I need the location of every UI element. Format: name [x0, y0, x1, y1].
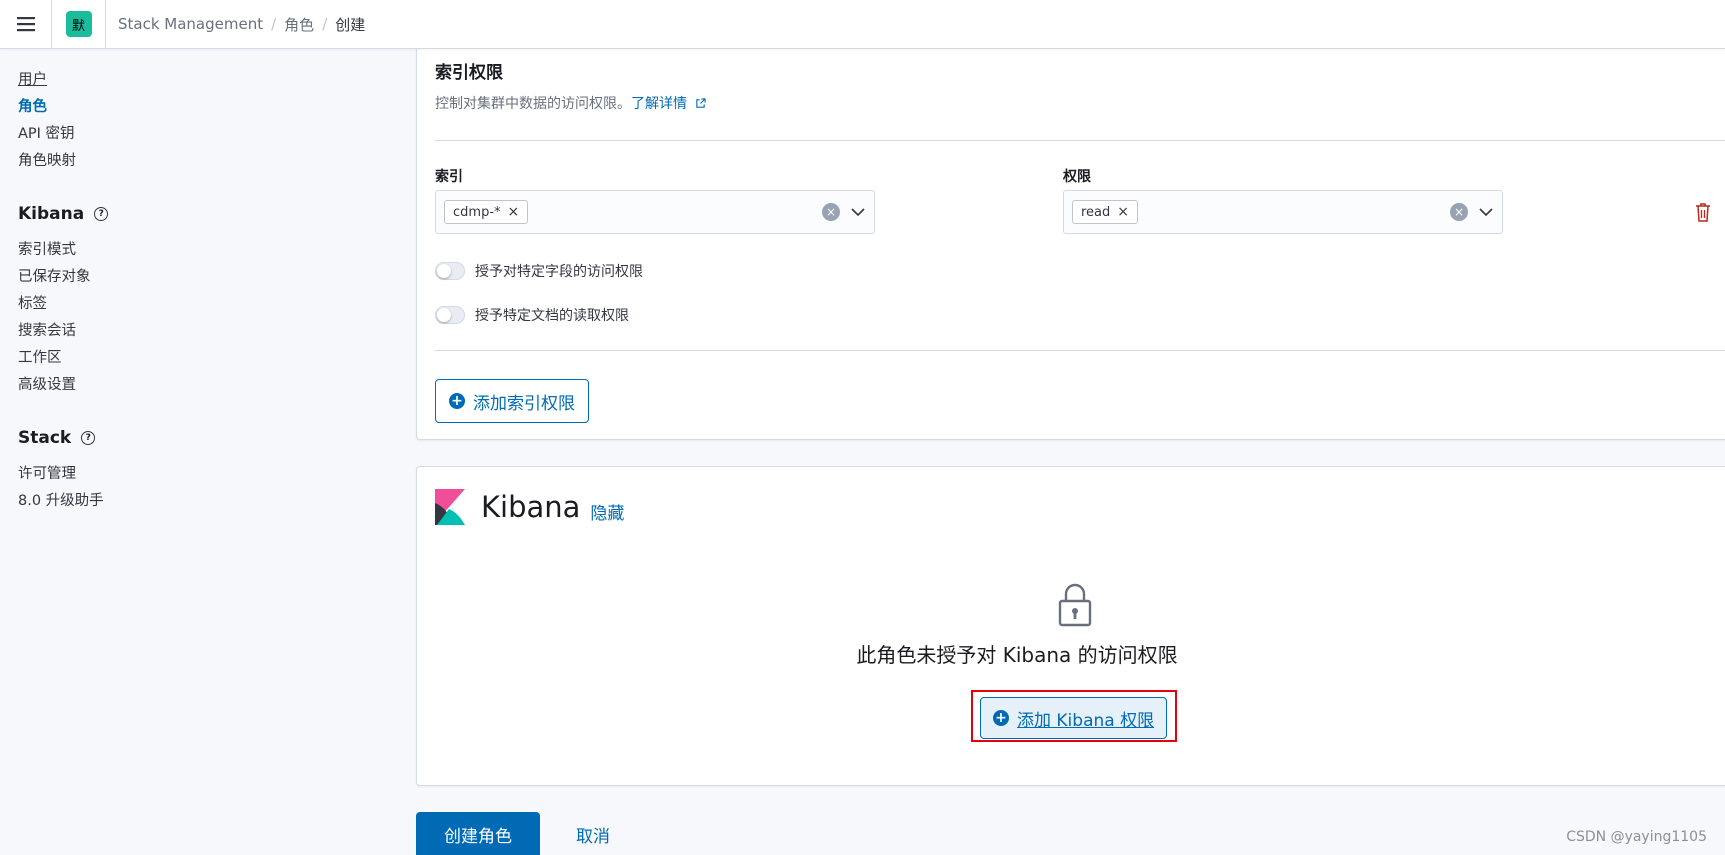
chevron-down-icon[interactable] — [1478, 204, 1494, 220]
help-icon[interactable]: ? — [81, 431, 96, 445]
sidebar-group-kibana: Kibana ? — [18, 199, 382, 229]
learn-more-link[interactable]: 了解详情 — [631, 96, 687, 112]
plus-circle-icon: + — [993, 710, 1009, 726]
remove-chip-icon[interactable]: × — [1117, 204, 1129, 220]
sidebar-item-search-sessions[interactable]: 搜索会话 — [18, 318, 382, 345]
divider — [435, 350, 1725, 351]
breadcrumb: Stack Management / 角色 / 创建 — [106, 14, 365, 35]
breadcrumb-roles[interactable]: 角色 — [284, 14, 314, 35]
document-security-toggle[interactable] — [435, 306, 465, 324]
watermark: CSDN @yaying1105 — [1566, 829, 1707, 845]
lock-icon — [1058, 583, 1092, 627]
hamburger-icon — [16, 17, 35, 32]
divider — [435, 140, 1725, 141]
sidebar-item-upgrade-assistant[interactable]: 8.0 升级助手 — [18, 488, 382, 515]
sidebar-item-role-mappings[interactable]: 角色映射 — [18, 148, 382, 175]
field-security-label: 授予对特定字段的访问权限 — [475, 264, 643, 280]
sidebar-group-stack: Stack ? — [18, 423, 382, 453]
index-privileges-description: 控制对集群中数据的访问权限。了解详情 — [435, 93, 707, 113]
privileges-label: 权限 — [1063, 169, 1091, 185]
sidebar-item-advanced-settings[interactable]: 高级设置 — [18, 372, 382, 399]
top-header: 默 Stack Management / 角色 / 创建 — [0, 0, 1725, 49]
external-link-icon — [696, 98, 707, 108]
help-icon[interactable]: ? — [94, 207, 109, 221]
sidebar-item-workspaces[interactable]: 工作区 — [18, 345, 382, 372]
index-chip: cdmp-* × — [444, 200, 529, 224]
sidebar-item-index-patterns[interactable]: 索引模式 — [18, 237, 382, 264]
indices-label: 索引 — [435, 169, 463, 185]
add-kibana-privilege-button[interactable]: + 添加 Kibana 权限 — [980, 697, 1168, 739]
chevron-down-icon[interactable] — [850, 204, 866, 220]
sidebar-item-roles[interactable]: 角色 — [18, 94, 382, 121]
field-security-toggle[interactable] — [435, 262, 465, 280]
breadcrumb-stack-management[interactable]: Stack Management — [118, 15, 263, 33]
description-text: 控制对集群中数据的访问权限。 — [435, 96, 631, 112]
plus-circle-icon: + — [449, 393, 465, 409]
sidebar-item-tags[interactable]: 标签 — [18, 291, 382, 318]
privilege-chip: read × — [1072, 200, 1139, 224]
menu-button[interactable] — [0, 0, 52, 49]
kibana-header: Kibana 隐藏 — [435, 489, 624, 525]
sidebar-item-api-keys[interactable]: API 密钥 — [18, 121, 382, 148]
index-privileges-panel: 索引权限 控制对集群中数据的访问权限。了解详情 索引 cdmp-* × × 权限 … — [416, 40, 1725, 440]
sidebar-item-license-management[interactable]: 许可管理 — [18, 461, 382, 488]
remove-chip-icon[interactable]: × — [508, 204, 520, 220]
create-role-button[interactable]: 创建角色 — [416, 812, 540, 855]
add-kibana-privilege-label: 添加 Kibana 权限 — [1017, 710, 1155, 731]
sidebar-item-users[interactable]: 用户 — [18, 67, 382, 94]
clear-icon[interactable]: × — [822, 203, 840, 221]
sidebar: 用户 角色 API 密钥 角色映射 Kibana ? 索引模式 已保存对象 标签… — [0, 49, 400, 855]
sidebar-group-stack-title: Stack — [18, 428, 72, 448]
space-avatar: 默 — [65, 11, 92, 37]
index-chip-label: cdmp-* — [453, 204, 501, 220]
breadcrumb-create: 创建 — [335, 15, 366, 34]
kibana-privileges-panel: Kibana 隐藏 此角色未授予对 Kibana 的访问权限 + 添加 Kiba… — [416, 466, 1725, 786]
privileges-combobox[interactable]: read × × — [1063, 190, 1503, 234]
index-privileges-title: 索引权限 — [435, 63, 503, 83]
privilege-chip-label: read — [1081, 204, 1111, 220]
breadcrumb-separator: / — [322, 15, 328, 33]
add-index-privilege-label: 添加索引权限 — [473, 393, 575, 414]
document-security-label: 授予特定文档的读取权限 — [475, 308, 629, 324]
document-security-row: 授予特定文档的读取权限 — [435, 305, 629, 325]
field-security-row: 授予对特定字段的访问权限 — [435, 261, 643, 281]
clear-icon[interactable]: × — [1450, 203, 1468, 221]
kibana-logo-icon — [435, 489, 465, 525]
trash-icon[interactable] — [1693, 201, 1713, 223]
breadcrumb-separator: / — [271, 15, 277, 33]
indices-combobox[interactable]: cdmp-* × × — [435, 190, 875, 234]
add-index-privilege-button[interactable]: + 添加索引权限 — [435, 379, 589, 423]
cancel-button[interactable]: 取消 — [576, 812, 610, 855]
kibana-empty-message: 此角色未授予对 Kibana 的访问权限 — [856, 643, 1178, 667]
hide-link[interactable]: 隐藏 — [590, 499, 624, 524]
space-selector[interactable]: 默 — [52, 0, 106, 49]
kibana-title: Kibana — [481, 490, 581, 524]
sidebar-group-kibana-title: Kibana — [18, 204, 85, 224]
sidebar-item-saved-objects[interactable]: 已保存对象 — [18, 264, 382, 291]
